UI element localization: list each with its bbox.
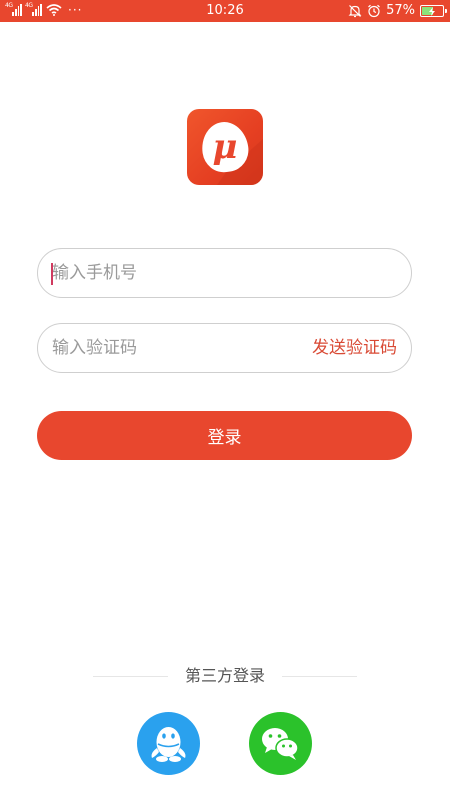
divider-right bbox=[282, 676, 357, 677]
third-party-title: 第三方登录 bbox=[184, 666, 265, 685]
verification-code-input[interactable] bbox=[38, 324, 298, 372]
status-right: 57% bbox=[348, 3, 447, 19]
login-button[interactable]: 登录 bbox=[37, 411, 412, 460]
logo-glyph: μ bbox=[212, 127, 238, 167]
phone-field[interactable] bbox=[37, 248, 412, 298]
alarm-icon bbox=[368, 4, 380, 18]
app-logo-icon: μ bbox=[187, 109, 263, 185]
verification-code-field[interactable]: 发送验证码 bbox=[37, 323, 412, 373]
qq-login-button[interactable] bbox=[137, 712, 200, 775]
battery-charging-icon bbox=[420, 5, 447, 17]
wechat-icon bbox=[262, 728, 299, 760]
wechat-login-button[interactable] bbox=[249, 712, 312, 775]
phone-input[interactable] bbox=[38, 249, 411, 297]
text-caret bbox=[51, 263, 53, 285]
qq-icon bbox=[151, 727, 186, 762]
send-code-button[interactable]: 发送验证码 bbox=[312, 336, 397, 360]
status-bar: 4G 4G ··· 10:26 57% bbox=[0, 0, 450, 22]
mute-icon bbox=[348, 5, 362, 18]
battery-percent: 57% bbox=[386, 3, 415, 18]
